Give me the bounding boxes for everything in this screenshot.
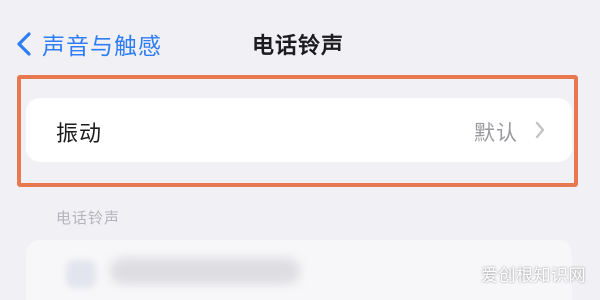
navigation-bar: 声音与触感 电话铃声: [0, 0, 600, 80]
blurred-ringtone-icon: [66, 260, 96, 288]
page-title: 电话铃声: [0, 28, 600, 60]
vibration-row-value: 默认: [474, 121, 518, 145]
section-header-ringtone: 电话铃声: [56, 209, 121, 227]
page-title-text: 电话铃声: [251, 34, 344, 59]
vibration-card: 振动 默认: [26, 98, 572, 162]
blurred-ringtone-item[interactable]: [110, 258, 300, 284]
vibration-row-label: 振动: [56, 122, 103, 147]
watermark: 爱创根知识网: [481, 266, 586, 286]
vibration-row[interactable]: 振动 默认: [26, 98, 572, 162]
chevron-right-icon: [535, 121, 545, 139]
